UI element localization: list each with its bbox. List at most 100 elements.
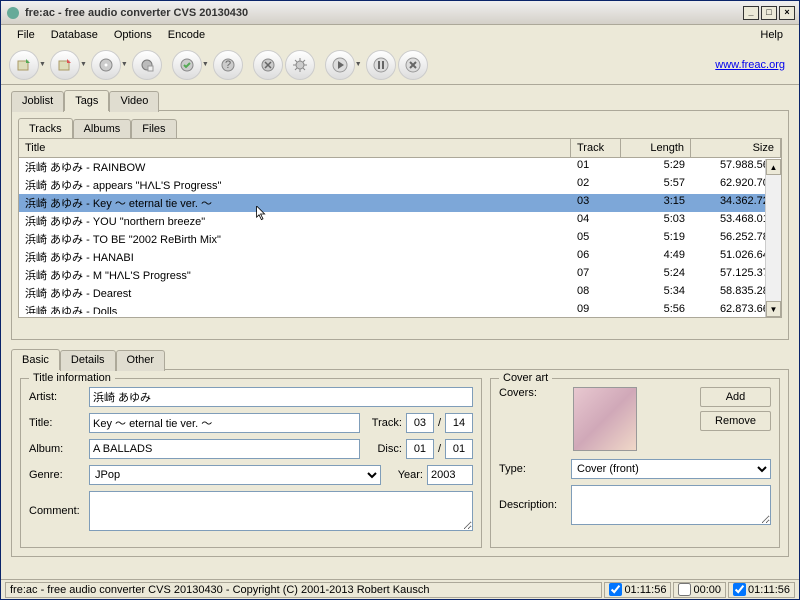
cddb-button[interactable] [132,50,162,80]
title-info-legend: Title information [29,372,115,384]
config-button[interactable] [285,50,315,80]
cell-title: 浜崎 あゆみ - appears "HΛL'S Progress" [19,176,571,194]
disc-label: Disc: [364,443,402,455]
column-title[interactable]: Title [19,139,571,157]
track-label: Track: [364,417,402,429]
table-row[interactable]: 浜崎 あゆみ - Dearest085:3458.835.280 [19,284,781,302]
cell-title: 浜崎 あゆみ - M "HΛL'S Progress" [19,266,571,284]
cover-description-input[interactable] [571,485,771,525]
tab-basic[interactable]: Basic [11,349,60,370]
scrollbar[interactable]: ▲ ▼ [765,159,781,317]
dropdown-arrow-icon[interactable]: ▼ [202,61,209,68]
cell-track: 09 [571,302,621,314]
pause-button[interactable] [366,50,396,80]
comment-label: Comment: [29,505,85,517]
minimize-button[interactable]: _ [743,6,759,20]
menu-database[interactable]: Database [43,27,106,43]
album-input[interactable] [89,439,360,459]
tab-albums[interactable]: Albums [73,119,132,140]
status-check-2[interactable] [678,583,691,596]
title-label: Title: [29,417,85,429]
add-files-button[interactable] [9,50,39,80]
cell-length: 5:19 [621,230,691,248]
artist-input[interactable] [89,387,473,407]
menu-file[interactable]: File [9,27,43,43]
cell-track: 04 [571,212,621,230]
maximize-button[interactable]: □ [761,6,777,20]
table-row[interactable]: 浜崎 あゆみ - M "HΛL'S Progress"075:2457.125.… [19,266,781,284]
table-row[interactable]: 浜崎 あゆみ - YOU "northern breeze"045:0353.4… [19,212,781,230]
cell-length: 5:57 [621,176,691,194]
disc-total-input[interactable] [445,439,473,459]
cddb-submit-button[interactable] [172,50,202,80]
table-row[interactable]: 浜崎 あゆみ - Dolls095:5662.873.664 [19,302,781,314]
tab-joblist[interactable]: Joblist [11,91,64,112]
remove-cover-button[interactable]: Remove [700,411,771,431]
tab-tracks[interactable]: Tracks [18,118,73,139]
dropdown-arrow-icon[interactable]: ▼ [121,61,128,68]
cover-type-select[interactable]: Cover (front) [571,459,771,479]
settings-button[interactable] [253,50,283,80]
close-button[interactable]: × [779,6,795,20]
tab-details[interactable]: Details [60,350,116,371]
column-length[interactable]: Length [621,139,691,157]
track-input[interactable] [406,413,434,433]
genre-select[interactable]: JPop [89,465,381,485]
tab-files[interactable]: Files [131,119,176,140]
cd-button[interactable] [91,50,121,80]
dropdown-arrow-icon[interactable]: ▼ [80,61,87,68]
artist-label: Artist: [29,391,85,403]
status-check-1[interactable] [609,583,622,596]
scroll-up-button[interactable]: ▲ [766,159,781,175]
cell-title: 浜崎 あゆみ - Dearest [19,284,571,302]
cell-title: 浜崎 あゆみ - Dolls [19,302,571,314]
track-total-input[interactable] [445,413,473,433]
cddb-query-button[interactable]: ? [213,50,243,80]
play-button[interactable] [325,50,355,80]
album-label: Album: [29,443,85,455]
column-track[interactable]: Track [571,139,621,157]
cell-length: 5:03 [621,212,691,230]
table-row[interactable]: 浜崎 あゆみ - HANABI064:4951.026.640 [19,248,781,266]
website-link[interactable]: www.freac.org [715,59,791,71]
status-check-3[interactable] [733,583,746,596]
cover-image[interactable] [573,387,637,451]
table-row[interactable]: 浜崎 あゆみ - RAINBOW015:2957.988.560 [19,158,781,176]
description-label: Description: [499,499,567,511]
cell-length: 5:24 [621,266,691,284]
year-label: Year: [385,469,423,481]
cell-track: 03 [571,194,621,212]
cell-title: 浜崎 あゆみ - YOU "northern breeze" [19,212,571,230]
covers-label: Covers: [499,387,567,451]
title-input[interactable] [89,413,360,433]
status-time-elapsed: 00:00 [673,582,726,598]
dropdown-arrow-icon[interactable]: ▼ [39,61,46,68]
cell-track: 07 [571,266,621,284]
window-title: fre:ac - free audio converter CVS 201304… [25,7,741,19]
status-time-remaining: 01:11:56 [728,582,795,598]
menu-encode[interactable]: Encode [160,27,213,43]
dropdown-arrow-icon[interactable]: ▼ [355,61,362,68]
cell-title: 浜崎 あゆみ - RAINBOW [19,158,571,176]
cell-title: 浜崎 あゆみ - Key ～ eternal tie ver. ～ [19,194,571,212]
menu-help[interactable]: Help [752,27,791,43]
scroll-down-button[interactable]: ▼ [766,301,781,317]
stop-button[interactable] [398,50,428,80]
genre-label: Genre: [29,469,85,481]
tab-other[interactable]: Other [116,350,166,371]
table-row[interactable]: 浜崎 あゆみ - TO BE "2002 ReBirth Mix"055:195… [19,230,781,248]
menu-options[interactable]: Options [106,27,160,43]
table-row[interactable]: 浜崎 あゆみ - appears "HΛL'S Progress"025:576… [19,176,781,194]
tab-tags[interactable]: Tags [64,90,109,111]
add-cover-button[interactable]: Add [700,387,771,407]
status-text: fre:ac - free audio converter CVS 201304… [5,582,602,598]
column-size[interactable]: Size [691,139,781,157]
app-icon [5,5,21,21]
table-row[interactable]: 浜崎 あゆみ - Key ～ eternal tie ver. ～033:153… [19,194,781,212]
disc-input[interactable] [406,439,434,459]
cell-length: 5:29 [621,158,691,176]
remove-button[interactable] [50,50,80,80]
tab-video[interactable]: Video [109,91,159,112]
comment-input[interactable] [89,491,473,531]
year-input[interactable] [427,465,473,485]
